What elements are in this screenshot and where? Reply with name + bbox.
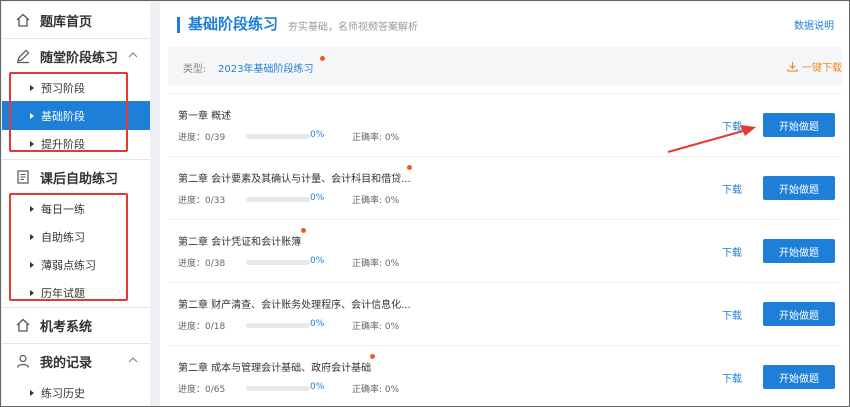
chapter-title: 第一章 概述: [178, 111, 232, 122]
progress-bar: [246, 134, 310, 139]
header: 基础阶段练习 夯实基础，名师视频答案解析 数据说明: [160, 2, 849, 46]
sidebar-item-label: 题库首页: [40, 14, 93, 30]
start-practice-button[interactable]: 开始做题: [763, 302, 835, 326]
progress-percent: 0%: [310, 130, 325, 140]
download-link[interactable]: 下载: [722, 370, 742, 385]
triangle-right-icon: [30, 389, 34, 396]
progress-bar: [246, 260, 310, 265]
data-description-link[interactable]: 数据说明: [794, 17, 834, 32]
sidebar-item-past-exams[interactable]: 历年试题: [2, 278, 150, 307]
sidebar-section-my-records[interactable]: 我的记录: [2, 344, 150, 378]
accuracy-label: 正确率: 0%: [352, 133, 400, 143]
sidebar-item-label: 提升阶段: [41, 137, 85, 151]
sidebar-item-label: 每日一练: [41, 202, 85, 216]
progress-label: 进度：0/65: [178, 385, 226, 395]
new-dot: [320, 56, 325, 61]
sidebar-section-label: 课后自助练习: [40, 171, 119, 187]
home-icon: [14, 11, 32, 29]
triangle-right-icon: [30, 233, 34, 240]
sidebar-section-label: 随堂阶段练习: [40, 50, 119, 66]
start-practice-button[interactable]: 开始做题: [763, 113, 835, 137]
triangle-right-icon: [30, 205, 34, 212]
progress-percent: 0%: [310, 193, 325, 203]
progress-label: 进度：0/39: [178, 133, 226, 143]
progress-bar: [246, 197, 310, 202]
sidebar-item-label: 自助练习: [41, 230, 85, 244]
chapter-title: 第二章 财产清查、会计账务处理程序、会计信息化...: [178, 300, 411, 311]
chapter-row: 第一章 概述 进度：0/39 0% 正确率: 0% 下载 开始做题: [168, 93, 842, 155]
triangle-right-icon: [30, 84, 34, 91]
sidebar-item-label: 历年试题: [41, 286, 85, 300]
progress-bar: [246, 323, 310, 328]
chapter-row: 第二章 财产清查、会计账务处理程序、会计信息化... 进度：0/18 0% 正确…: [168, 282, 842, 344]
chevron-up-icon[interactable]: [128, 355, 138, 365]
sidebar-item-home[interactable]: 题库首页: [2, 3, 150, 37]
triangle-right-icon: [30, 261, 34, 268]
new-dot: [407, 165, 412, 170]
sidebar-section-self-practice[interactable]: 课后自助练习: [2, 160, 150, 194]
chapter-title: 第二章 会计要素及其确认与计量、会计科目和借贷...: [178, 174, 411, 185]
sidebar-item-label: 练习历史: [41, 386, 85, 400]
sidebar-item-label: 机考系统: [40, 319, 93, 335]
download-link[interactable]: 下载: [722, 307, 742, 322]
page-title: 基础阶段练习: [188, 15, 279, 33]
sidebar-item-basic-stage[interactable]: 基础阶段: [2, 101, 150, 130]
accuracy-label: 正确率: 0%: [352, 259, 400, 269]
sidebar-item-daily-practice[interactable]: 每日一练: [2, 194, 150, 223]
sidebar-item-label: 预习阶段: [41, 81, 85, 95]
type-value[interactable]: 2023年基础阶段练习: [218, 60, 313, 75]
main-panel: 基础阶段练习 夯实基础，名师视频答案解析 数据说明 类型: 2023年基础阶段练…: [160, 2, 849, 406]
sidebar-item-practice-history[interactable]: 练习历史: [2, 378, 150, 406]
sidebar-item-exam-system[interactable]: 机考系统: [2, 308, 150, 342]
download-link[interactable]: 下载: [722, 181, 742, 196]
progress-label: 进度：0/38: [178, 259, 226, 269]
download-all-button[interactable]: 一键下载: [787, 59, 842, 74]
start-practice-button[interactable]: 开始做题: [763, 365, 835, 389]
chapter-row: 第二章 成本与管理会计基础、政府会计基础 进度：0/65 0% 正确率: 0% …: [168, 345, 842, 406]
sidebar: 题库首页 随堂阶段练习 预习阶段 基础阶段 提升阶段 课后自助练习 每日一练 自…: [2, 2, 150, 406]
new-dot: [301, 228, 306, 233]
triangle-right-icon: [30, 140, 34, 147]
start-practice-button[interactable]: 开始做题: [763, 176, 835, 200]
title-accent-bar: [177, 17, 180, 33]
new-dot: [370, 354, 375, 359]
chapter-row: 第二章 会计要素及其确认与计量、会计科目和借贷... 进度：0/33 0% 正确…: [168, 156, 842, 218]
page-subtitle: 夯实基础，名师视频答案解析: [288, 22, 418, 33]
type-label: 类型:: [183, 64, 207, 75]
sidebar-section-stage-practice[interactable]: 随堂阶段练习: [2, 39, 150, 73]
progress-percent: 0%: [310, 382, 325, 392]
sidebar-item-advanced-stage[interactable]: 提升阶段: [2, 129, 150, 158]
download-link[interactable]: 下载: [722, 244, 742, 259]
home-icon: [14, 316, 32, 334]
progress-bar: [246, 386, 310, 391]
download-link[interactable]: 下载: [722, 118, 742, 133]
progress-label: 进度：0/18: [178, 322, 226, 332]
sidebar-item-preview-stage[interactable]: 预习阶段: [2, 73, 150, 102]
start-practice-button[interactable]: 开始做题: [763, 239, 835, 263]
type-filter-bar: 类型: 2023年基础阶段练习 一键下载: [168, 47, 842, 85]
accuracy-label: 正确率: 0%: [352, 322, 400, 332]
chapter-title: 第二章 成本与管理会计基础、政府会计基础: [178, 363, 372, 374]
accuracy-label: 正确率: 0%: [352, 196, 400, 206]
triangle-right-icon: [30, 289, 34, 296]
download-all-label: 一键下载: [802, 63, 842, 74]
download-icon: [787, 61, 798, 72]
sidebar-item-label: 薄弱点练习: [41, 258, 96, 272]
chevron-up-icon[interactable]: [128, 50, 138, 60]
progress-percent: 0%: [310, 319, 325, 329]
sidebar-item-label: 基础阶段: [41, 109, 85, 123]
notebook-icon: [14, 168, 32, 186]
pencil-icon: [14, 47, 32, 65]
sidebar-section-label: 我的记录: [40, 355, 93, 371]
accuracy-label: 正确率: 0%: [352, 385, 400, 395]
progress-label: 进度：0/33: [178, 196, 226, 206]
app-frame: 题库首页 随堂阶段练习 预习阶段 基础阶段 提升阶段 课后自助练习 每日一练 自…: [0, 0, 850, 407]
user-icon: [14, 352, 32, 370]
chapter-title: 第二章 会计凭证和会计账簿: [178, 237, 302, 248]
sidebar-item-self-practice[interactable]: 自助练习: [2, 222, 150, 251]
sidebar-item-weak-points[interactable]: 薄弱点练习: [2, 250, 150, 279]
chapter-row: 第二章 会计凭证和会计账簿 进度：0/38 0% 正确率: 0% 下载 开始做题: [168, 219, 842, 281]
progress-percent: 0%: [310, 256, 325, 266]
triangle-right-icon: [30, 112, 34, 119]
